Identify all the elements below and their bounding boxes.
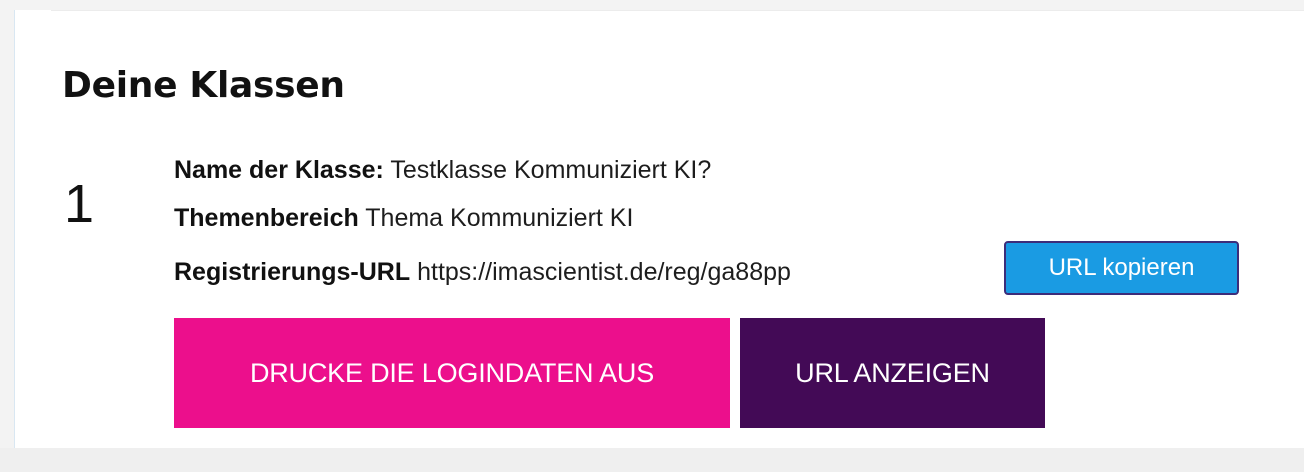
class-name-row: Name der Klasse: Testklasse Kommuniziert… — [174, 155, 711, 185]
class-theme-row: Themenbereich Thema Kommuniziert KI — [174, 203, 633, 233]
print-login-data-button[interactable]: DRUCKE DIE LOGINDATEN AUS — [174, 318, 730, 428]
registration-url-label: Registrierungs-URL — [174, 258, 411, 286]
class-number: 1 — [64, 174, 95, 234]
section-title: Deine Klassen — [62, 65, 345, 106]
class-name-label: Name der Klasse: — [174, 156, 384, 184]
registration-url-row: Registrierungs-URL https://imascientist.… — [174, 257, 791, 287]
classes-card: Deine Klassen 1 Name der Klasse: Testkla… — [14, 10, 1304, 448]
registration-url-value: https://imascientist.de/reg/ga88pp — [417, 258, 791, 286]
class-name-value: Testklasse Kommuniziert KI? — [390, 156, 712, 184]
class-theme-value: Thema Kommuniziert KI — [365, 204, 634, 232]
copy-url-button[interactable]: URL kopieren — [1004, 241, 1239, 295]
page-footer-band — [0, 448, 1304, 472]
show-url-button[interactable]: URL ANZEIGEN — [740, 318, 1045, 428]
card-divider — [51, 10, 1304, 11]
class-theme-label: Themenbereich — [174, 204, 359, 232]
